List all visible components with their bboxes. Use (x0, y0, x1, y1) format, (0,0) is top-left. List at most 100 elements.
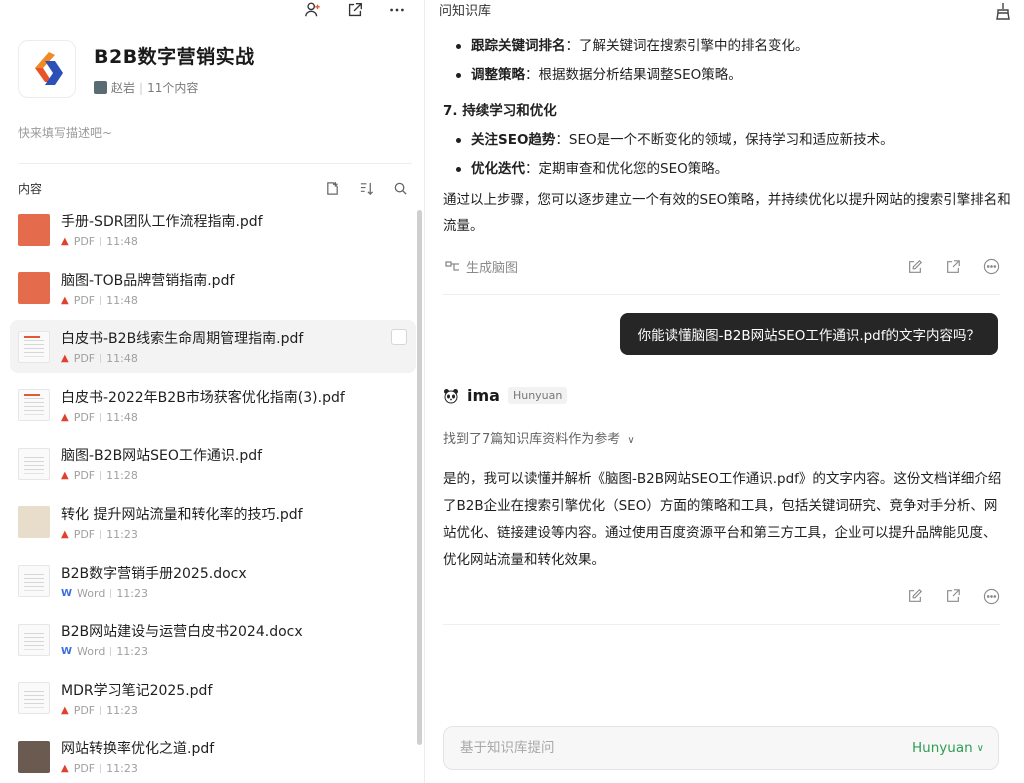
bot-answer: 是的，我可以读懂并解析《脑图-B2B网站SEO工作通识.pdf》的文字内容。这份… (443, 471, 1002, 568)
file-thumbnail (18, 389, 50, 422)
file-name: 白皮书-B2B线索生命周期管理指南.pdf (61, 331, 304, 348)
person-add-icon[interactable] (302, 0, 324, 20)
answer-actions: 生成脑图 (445, 257, 1000, 276)
file-type: PDF (73, 410, 96, 424)
file-name: MDR学习笔记2025.pdf (61, 682, 213, 699)
file-thumbnail (18, 565, 50, 598)
file-list: 手册-SDR团队工作流程指南.pdf ▲ PDF 11:48 脑图-TOB品牌营销指… (10, 203, 416, 783)
kb-description[interactable]: 快来填写描述吧~ (18, 124, 112, 141)
pdf-icon: ▲ (61, 236, 69, 247)
file-thumbnail (18, 740, 50, 773)
file-name: 转化 提升网站流量和转化率的技巧.pdf (61, 506, 303, 523)
file-type: PDF (73, 762, 96, 776)
add-file-icon[interactable] (324, 181, 340, 197)
file-time: 11:48 (106, 352, 138, 366)
file-thumbnail (18, 272, 50, 305)
file-type: Word (77, 645, 106, 659)
file-item[interactable]: 脑图-TOB品牌营销指南.pdf ▲ PDF 11:48 (10, 262, 416, 315)
model-selector[interactable]: Hunyuan ∨ (912, 740, 984, 756)
select-checkbox[interactable] (391, 329, 407, 346)
file-thumbnail (18, 213, 50, 246)
file-type: PDF (73, 235, 96, 248)
share-icon[interactable] (944, 258, 962, 276)
search-icon[interactable] (392, 181, 408, 197)
answer-actions (445, 587, 1000, 605)
file-time: 11:28 (106, 469, 138, 483)
user-message: 你能读懂脑图-B2B网站SEO工作通识.pdf的文字内容吗？ (619, 313, 998, 355)
kb-logo (18, 40, 76, 98)
file-item[interactable]: 转化 提升网站流量和转化率的技巧.pdf ▲ PDF 11:23 (10, 496, 416, 549)
file-type: PDF (73, 527, 96, 541)
kb-count: 11个内容 (147, 81, 199, 95)
kb-subtitle: 赵岩 | 11个内容 (94, 79, 255, 96)
file-name: 手册-SDR团队工作流程指南.pdf (61, 214, 263, 230)
word-icon: W (61, 646, 73, 658)
file-item[interactable]: MDR学习笔记2025.pdf ▲ PDF 11:23 (10, 672, 416, 725)
answer-bullet: 优化迭代：定期审查和优化您的SEO策略。 (443, 155, 1013, 184)
model-tag: Hunyuan (507, 387, 568, 404)
references-toggle[interactable]: 找到了7篇知识库资料作为参考 ∨ (443, 428, 635, 447)
broom-icon[interactable] (994, 2, 1012, 20)
more-icon[interactable] (982, 258, 1000, 276)
file-item[interactable]: 白皮书-2022年B2B市场获客优化指南(3).pdf ▲ PDF 11:48 (10, 379, 416, 432)
app-window: B2B数字营销实战 赵岩 | 11个内容 快来填写描述吧~ 内容 手册-SDR团… (0, 0, 1024, 783)
file-thumbnail (18, 682, 50, 715)
divider (18, 163, 412, 164)
edit-note-icon[interactable] (906, 258, 924, 276)
file-item[interactable]: B2B数字营销手册2025.docx W Word 11:23 (10, 555, 416, 608)
file-thumbnail (18, 506, 50, 539)
divider (443, 624, 1000, 625)
file-name: 网站转换率优化之道.pdf (61, 741, 215, 758)
file-time: 11:23 (116, 645, 149, 659)
file-type: PDF (73, 293, 96, 307)
owner-avatar (94, 81, 107, 94)
answer-heading: 7. 持续学习和优化 (443, 103, 557, 119)
file-thumbnail (18, 447, 50, 480)
file-name: 脑图-B2B网站SEO工作通识.pdf (61, 448, 263, 465)
file-time: 11:23 (106, 762, 138, 776)
file-item[interactable]: 网站转换率优化之道.pdf ▲ PDF 11:23 (10, 730, 416, 783)
file-name: B2B网站建设与运营白皮书2024.docx (61, 624, 303, 641)
file-time: 11:23 (106, 527, 138, 541)
left-toolbar (302, 0, 408, 20)
chevron-down-icon: ∨ (627, 435, 635, 446)
chevron-down-icon: ∨ (976, 742, 984, 754)
more-icon[interactable] (386, 0, 408, 20)
file-thumbnail (18, 330, 50, 363)
pdf-icon: ▲ (61, 470, 69, 482)
file-list-scrollbar[interactable] (417, 210, 422, 745)
previous-answer: 跟踪关键词排名：了解关键词在搜索引擎中的排名变化。 调整策略：根据数据分析结果调… (443, 32, 1013, 239)
word-icon: W (61, 587, 73, 599)
chat-panel: 问知识库 跟踪关键词排名：了解关键词在搜索引擎中的排名变化。 调整策略：根据数据… (425, 0, 1024, 783)
share-icon[interactable] (344, 0, 366, 20)
file-item[interactable]: 脑图-B2B网站SEO工作通识.pdf ▲ PDF 11:28 (10, 437, 416, 490)
question-input[interactable] (460, 740, 840, 756)
generate-mindmap-button[interactable]: 生成脑图 (445, 257, 518, 276)
file-time: 11:23 (116, 586, 149, 600)
answer-summary: 通过以上步骤，您可以逐步建立一个有效的SEO策略，并持续优化以提升网站的搜索引擎… (443, 192, 1011, 234)
content-section-header: 内容 (18, 180, 408, 197)
file-type: Word (77, 586, 106, 600)
bot-header: ima Hunyuan (443, 386, 568, 405)
share-icon[interactable] (944, 587, 962, 605)
file-item[interactable]: 手册-SDR团队工作流程指南.pdf ▲ PDF 11:48 (10, 203, 416, 256)
pdf-icon: ▲ (61, 704, 69, 716)
bot-name: ima (467, 386, 500, 405)
file-time: 11:48 (106, 235, 138, 248)
file-time: 11:48 (106, 293, 138, 307)
pdf-icon: ▲ (61, 528, 69, 540)
divider (443, 294, 1000, 295)
edit-note-icon[interactable] (906, 587, 924, 605)
file-type: PDF (73, 352, 96, 366)
file-time: 11:23 (106, 703, 138, 717)
file-item[interactable]: B2B网站建设与运营白皮书2024.docx W Word 11:23 (10, 613, 416, 666)
kb-owner: 赵岩 (111, 81, 136, 95)
file-time: 11:48 (106, 410, 138, 424)
pdf-icon: ▲ (61, 294, 69, 306)
pdf-icon: ▲ (61, 763, 69, 775)
mindmap-icon (445, 260, 459, 271)
sort-icon[interactable] (358, 181, 374, 197)
file-item[interactable]: 白皮书-B2B线索生命周期管理指南.pdf ▲ PDF 11:48 (10, 320, 416, 374)
pdf-icon: ▲ (61, 353, 69, 365)
more-icon[interactable] (982, 587, 1000, 605)
